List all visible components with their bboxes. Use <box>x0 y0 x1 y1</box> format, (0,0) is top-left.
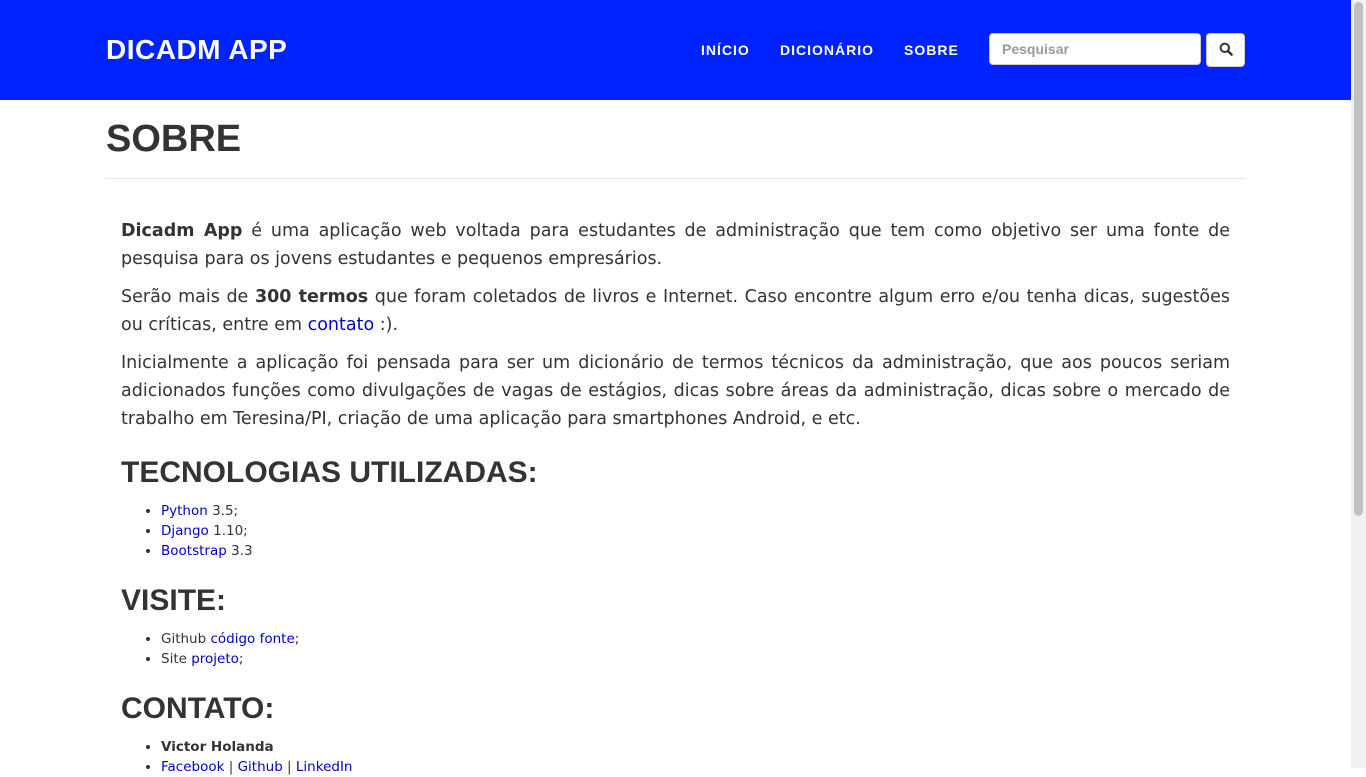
list-item-text: 3.5; <box>207 503 239 519</box>
list-item-text: Site <box>161 651 192 667</box>
nav-link-sobre[interactable]: SOBRE <box>904 40 959 60</box>
link-separator: | <box>282 759 296 775</box>
list-item-text: 1.10; <box>208 523 248 539</box>
section-title-visite: VISITE: <box>121 584 227 617</box>
nav-link-inicio[interactable]: INÍCIO <box>701 40 750 60</box>
list-item-text: ; <box>238 651 244 667</box>
intro-p1-text: é uma aplicação web voltada para estudan… <box>121 221 1230 269</box>
navbar: DICADM APP INÍCIO DICIONÁRIO SOBRE <box>0 0 1351 100</box>
list-item-text: Github <box>161 631 211 647</box>
search-input[interactable] <box>989 33 1201 65</box>
title-divider <box>106 178 1246 179</box>
contact-link[interactable]: contato <box>308 315 375 335</box>
section-title-tecnologias: TECNOLOGIAS UTILIZADAS: <box>121 456 538 489</box>
link-separator: | <box>224 759 238 775</box>
search-button[interactable] <box>1206 33 1245 67</box>
facebook-link[interactable]: Facebook <box>161 759 224 775</box>
contato-list: Victor Holanda Facebook | Github | Linke… <box>121 737 1230 777</box>
intro-paragraph-1: Dicadm App é uma aplicação web voltada p… <box>121 217 1230 273</box>
main-content: Dicadm App é uma aplicação web voltada p… <box>121 217 1230 777</box>
github-link[interactable]: Github <box>238 759 283 775</box>
list-item: Bootstrap 3.3 <box>161 541 1230 561</box>
page-title: SOBRE <box>106 118 242 160</box>
list-item: Victor Holanda <box>161 737 1230 757</box>
bootstrap-link[interactable]: Bootstrap <box>161 543 227 559</box>
list-item-text: 3.3 <box>226 543 253 559</box>
project-link[interactable]: projeto <box>191 651 239 667</box>
visite-list: Github código fonte; Site projeto; <box>121 629 1230 669</box>
linkedin-link[interactable]: LinkedIn <box>296 759 353 775</box>
list-item: Facebook | Github | LinkedIn <box>161 757 1230 777</box>
search-icon <box>1219 42 1233 59</box>
brand-logo[interactable]: DICADM APP <box>106 33 287 67</box>
list-item-text: ; <box>294 631 300 647</box>
intro-paragraph-2: Serão mais de 300 termos que foram colet… <box>121 283 1230 339</box>
contact-name: Victor Holanda <box>161 739 274 755</box>
intro-p2-text-c: :). <box>374 315 399 335</box>
page-scrollbar[interactable] <box>1351 0 1366 768</box>
intro-p2-text-a: Serão mais de <box>121 287 255 307</box>
django-link[interactable]: Django <box>161 523 209 539</box>
list-item: Site projeto; <box>161 649 1230 669</box>
terms-count-strong: 300 termos <box>254 287 369 307</box>
app-name-strong: Dicadm App <box>121 221 243 241</box>
list-item: Github código fonte; <box>161 629 1230 649</box>
section-title-contato: CONTATO: <box>121 692 275 725</box>
scrollbar-thumb[interactable] <box>1354 2 1363 516</box>
intro-paragraph-3: Inicialmente a aplicação foi pensada par… <box>121 353 1230 429</box>
nav-link-dicionario[interactable]: DICIONÁRIO <box>780 40 874 60</box>
python-link[interactable]: Python <box>161 503 208 519</box>
tecnologias-list: Python 3.5; Django 1.10; Bootstrap 3.3 <box>121 501 1230 561</box>
list-item: Python 3.5; <box>161 501 1230 521</box>
list-item: Django 1.10; <box>161 521 1230 541</box>
source-code-link[interactable]: código fonte <box>210 631 294 647</box>
